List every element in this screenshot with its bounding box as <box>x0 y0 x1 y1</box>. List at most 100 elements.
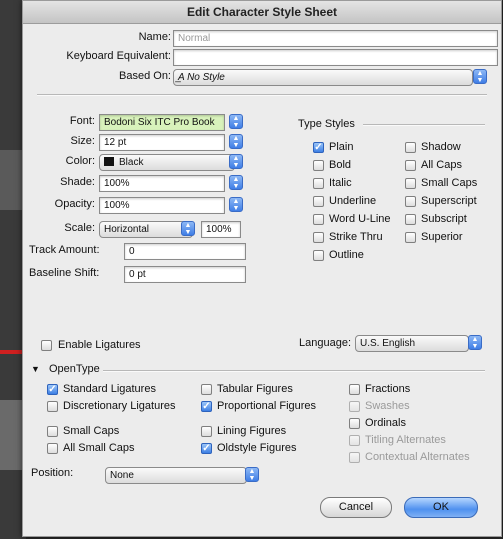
superscript-checkbox[interactable] <box>405 196 416 207</box>
subscript-checkbox[interactable] <box>405 214 416 225</box>
opentype-divider <box>103 370 485 372</box>
italic-checkbox[interactable] <box>313 178 324 189</box>
standard-ligatures-checkbox[interactable]: ✓ <box>47 384 58 395</box>
titling-alternates-label: Titling Alternates <box>365 434 446 446</box>
size-field[interactable]: 12 pt <box>99 134 225 151</box>
based-on-value: ̲A No Style <box>178 72 225 83</box>
fractions-checkbox[interactable] <box>349 384 360 395</box>
shadow-checkbox[interactable] <box>405 142 416 153</box>
tabular-figures-label: Tabular Figures <box>217 383 293 395</box>
shade-field[interactable]: 100% <box>99 175 225 192</box>
fractions-label: Fractions <box>365 383 411 395</box>
font-label: Font: <box>69 115 95 127</box>
ordinals-checkbox[interactable] <box>349 418 360 429</box>
scale-field[interactable]: 100% <box>201 221 241 238</box>
enable-ligatures-checkbox[interactable] <box>41 340 52 351</box>
standard-ligatures-label: Standard Ligatures <box>63 383 156 395</box>
track-amount-label: Track Amount: <box>29 244 100 256</box>
proportional-figures-checkbox[interactable]: ✓ <box>201 401 212 412</box>
edit-character-style-dialog: Edit Character Style Sheet Name: Normal … <box>22 0 502 537</box>
scale-label: Scale: <box>64 222 95 234</box>
scale-mode-popup[interactable]: Horizontal <box>99 221 193 238</box>
color-swatch <box>104 157 114 166</box>
oldstyle-figures-checkbox[interactable]: ✓ <box>201 443 212 454</box>
language-arrows-icon[interactable]: ▲ ▼ <box>468 335 482 350</box>
swashes-label: Swashes <box>365 400 410 412</box>
baseline-shift-label: Baseline Shift: <box>29 267 100 279</box>
based-on-popup[interactable]: ̲A No Style <box>173 69 473 86</box>
keyboard-equivalent-label: Keyboard Equivalent: <box>66 50 171 62</box>
baseline-shift-field[interactable]: 0 pt <box>124 266 246 283</box>
track-amount-field[interactable]: 0 <box>124 243 246 260</box>
superior-label: Superior <box>421 231 463 243</box>
ok-button[interactable]: OK <box>404 497 478 518</box>
type-styles-heading: Type Styles <box>298 118 355 130</box>
plain-checkbox[interactable]: ✓ <box>313 142 324 153</box>
shade-label: Shade: <box>60 176 95 188</box>
scale-mode-arrows-icon[interactable]: ▲ ▼ <box>181 221 195 236</box>
all-caps-label: All Caps <box>421 159 462 171</box>
based-on-label: Based On: <box>119 70 171 82</box>
tabular-figures-checkbox[interactable] <box>201 384 212 395</box>
size-arrows-icon[interactable]: ▲ ▼ <box>229 134 243 149</box>
underline-checkbox[interactable] <box>313 196 324 207</box>
language-popup[interactable]: U.S. English <box>355 335 469 352</box>
color-label: Color: <box>65 155 95 167</box>
bold-checkbox[interactable] <box>313 160 324 171</box>
oldstyle-figures-label: Oldstyle Figures <box>217 442 297 454</box>
small-caps-label: Small Caps <box>421 177 478 189</box>
cancel-button[interactable]: Cancel <box>320 497 392 518</box>
strike-thru-checkbox[interactable] <box>313 232 324 243</box>
size-label: Size: <box>70 135 95 147</box>
superscript-label: Superscript <box>421 195 477 207</box>
small-caps-label: Small Caps <box>63 425 120 437</box>
opacity-field[interactable]: 100% <box>99 197 225 214</box>
opacity-arrows-icon[interactable]: ▲ ▼ <box>229 197 243 212</box>
shade-arrows-icon[interactable]: ▲ ▼ <box>229 175 243 190</box>
bold-label: Bold <box>329 159 352 171</box>
language-label: Language: <box>299 337 351 349</box>
scale-mode-value: Horizontal <box>104 224 150 235</box>
swashes-checkbox <box>349 401 360 412</box>
divider <box>37 94 487 96</box>
all-small-caps-label: All Small Caps <box>63 442 135 454</box>
font-arrows-icon[interactable]: ▲ ▼ <box>229 114 243 129</box>
position-value: None <box>110 470 134 481</box>
type-styles-divider <box>363 124 485 126</box>
shadow-label: Shadow <box>421 141 461 153</box>
strike-thru-label: Strike Thru <box>329 231 383 243</box>
disclosure-triangle-icon[interactable]: ▼ <box>31 364 40 374</box>
subscript-label: Subscript <box>421 213 467 225</box>
opentype-heading: OpenType <box>49 363 100 375</box>
color-arrows-icon[interactable]: ▲ ▼ <box>229 154 243 169</box>
discretionary-ligatures-label: Discretionary Ligatures <box>63 400 176 412</box>
underline-label: Underline <box>329 195 377 207</box>
opacity-label: Opacity: <box>54 198 95 210</box>
contextual-alternates-checkbox <box>349 452 360 463</box>
position-arrows-icon[interactable]: ▲ ▼ <box>245 467 259 482</box>
titling-alternates-checkbox <box>349 435 360 446</box>
proportional-figures-label: Proportional Figures <box>217 400 317 412</box>
outline-checkbox[interactable] <box>313 250 324 261</box>
keyboard-equivalent-field[interactable] <box>173 49 498 66</box>
small-caps-checkbox[interactable] <box>47 426 58 437</box>
position-popup[interactable]: None <box>105 467 247 484</box>
font-field[interactable]: Bodoni Six ITC Pro Book <box>99 114 225 131</box>
discretionary-ligatures-checkbox[interactable] <box>47 401 58 412</box>
all-small-caps-checkbox[interactable] <box>47 443 58 454</box>
name-label: Name: <box>138 31 171 43</box>
superior-checkbox[interactable] <box>405 232 416 243</box>
lining-figures-label: Lining Figures <box>217 425 287 437</box>
lining-figures-checkbox[interactable] <box>201 426 212 437</box>
plain-label: Plain <box>329 141 354 153</box>
all-caps-checkbox[interactable] <box>405 160 416 171</box>
name-field[interactable]: Normal <box>173 30 498 47</box>
word-u-line-label: Word U-Line <box>329 213 391 225</box>
contextual-alternates-label: Contextual Alternates <box>365 451 470 463</box>
based-on-arrows-icon[interactable]: ▲ ▼ <box>473 69 487 84</box>
language-value: U.S. English <box>360 338 416 349</box>
small-caps-checkbox[interactable] <box>405 178 416 189</box>
color-popup[interactable]: Black <box>99 154 235 171</box>
word-u-line-checkbox[interactable] <box>313 214 324 225</box>
outline-label: Outline <box>329 249 364 261</box>
